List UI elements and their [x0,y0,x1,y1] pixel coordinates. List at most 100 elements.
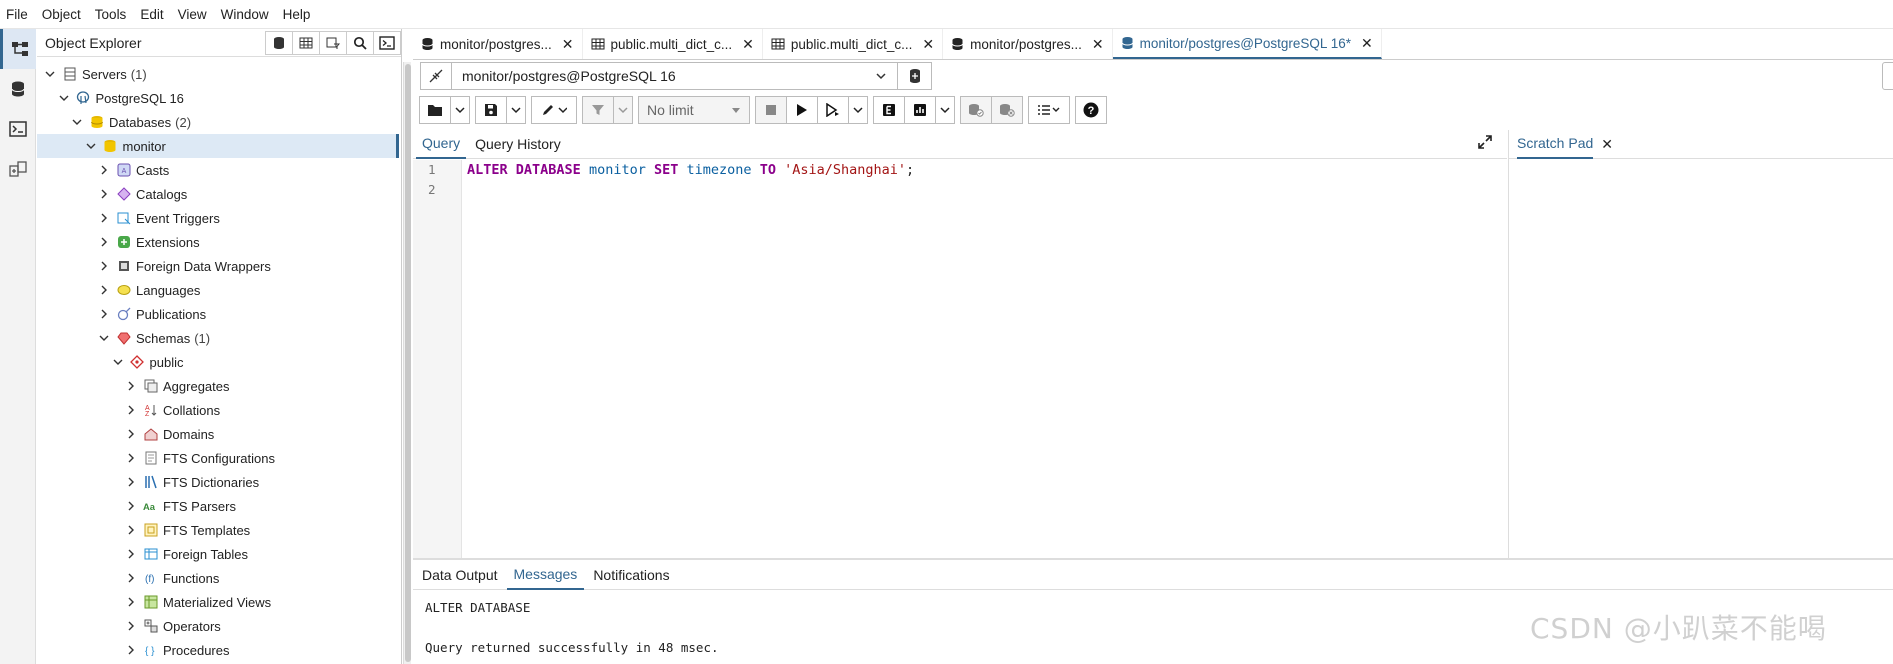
expand-icon[interactable] [1478,135,1492,152]
close-icon[interactable]: ✕ [1092,36,1104,53]
editor-tab[interactable]: public.multi_dict_c... ✕ [763,29,944,59]
chevron-right-icon[interactable] [125,548,137,560]
tree-item-schemas[interactable]: Schemas (1) [37,326,399,350]
explain-button[interactable] [873,96,905,124]
connection-status-button[interactable] [420,62,452,90]
tree-item-domains[interactable]: Domains [37,422,399,446]
editor-tab[interactable]: monitor/postgres... ✕ [943,29,1113,59]
scrollbar-thumb[interactable] [405,64,411,662]
filter-button[interactable] [582,96,614,124]
stop-button[interactable] [755,96,787,124]
tree-item-databases[interactable]: Databases (2) [37,110,399,134]
chevron-right-icon[interactable] [125,644,137,656]
new-connection-button[interactable] [898,62,932,90]
menu-help[interactable]: Help [283,7,311,22]
edit-button[interactable] [531,96,577,124]
tree-item-fts-dictionaries[interactable]: FTS Dictionaries [37,470,399,494]
chevron-down-icon[interactable] [98,332,110,344]
tab-scratch-pad[interactable]: Scratch Pad [1517,130,1594,159]
tree-item-event-triggers[interactable]: Event Triggers [37,206,399,230]
tree-item-fts-parsers[interactable]: Aa FTS Parsers [37,494,399,518]
execute-dropdown[interactable] [848,96,868,124]
chevron-right-icon[interactable] [125,524,137,536]
close-icon[interactable]: ✕ [1601,136,1613,153]
execute-script-button[interactable] [817,96,849,124]
save-button[interactable] [475,96,507,124]
chevron-down-icon[interactable] [71,116,83,128]
tree-item-publications[interactable]: Publications [37,302,399,326]
search-objects-button[interactable] [346,31,374,55]
code-line[interactable]: ALTER DATABASE monitor SET timezone TO '… [467,160,914,180]
open-file-dropdown[interactable] [450,96,470,124]
filter-dropdown[interactable] [613,96,633,124]
connection-select[interactable]: monitor/postgres@PostgreSQL 16 [452,62,898,90]
menu-view[interactable]: View [178,7,207,22]
menu-object[interactable]: Object [42,7,81,22]
tab-notifications[interactable]: Notifications [586,560,676,590]
chevron-right-icon[interactable] [125,476,137,488]
tree-item-foreign-data-wrappers[interactable]: Foreign Data Wrappers [37,254,399,278]
chevron-right-icon[interactable] [125,596,137,608]
chevron-right-icon[interactable] [125,572,137,584]
tree-item-catalogs[interactable]: Catalogs [37,182,399,206]
execute-button[interactable] [786,96,818,124]
chevron-down-icon[interactable] [44,68,56,80]
query-tool-icon[interactable] [0,69,36,109]
chevron-right-icon[interactable] [98,212,110,224]
chevron-down-icon[interactable] [112,356,124,368]
explain-analyze-button[interactable] [904,96,936,124]
chevron-right-icon[interactable] [125,500,137,512]
chevron-right-icon[interactable] [125,428,137,440]
explorer-scrollbar[interactable] [403,62,411,664]
tree-item-collations[interactable]: A Z Collations [37,398,399,422]
row-limit-select[interactable]: No limit [638,96,750,124]
psql-button[interactable] [373,31,401,55]
query-tool-button[interactable] [265,31,293,55]
filtered-rows-button[interactable] [319,31,347,55]
save-dropdown[interactable] [506,96,526,124]
tree-item-extensions[interactable]: Extensions [37,230,399,254]
tree-item-casts[interactable]: A Casts [37,158,399,182]
tree-item-procedures[interactable]: { } Procedures [37,638,399,662]
menu-tools[interactable]: Tools [95,7,127,22]
chevron-right-icon[interactable] [125,452,137,464]
chevron-down-icon[interactable] [85,140,97,152]
tree-item-functions[interactable]: (f) Functions [37,566,399,590]
tree-item-operators[interactable]: Operators [37,614,399,638]
tree-item-public[interactable]: public [37,350,399,374]
menu-edit[interactable]: Edit [140,7,163,22]
open-file-button[interactable] [419,96,451,124]
schema-diff-icon[interactable] [0,149,36,189]
menu-window[interactable]: Window [221,7,269,22]
close-icon[interactable]: ✕ [562,36,574,53]
tree-item-monitor[interactable]: monitor [37,134,399,158]
tree-item-foreign-tables[interactable]: Foreign Tables [37,542,399,566]
close-icon[interactable]: ✕ [742,36,754,53]
chevron-right-icon[interactable] [125,404,137,416]
object-explorer-icon[interactable] [0,29,36,69]
editor-tab[interactable]: monitor/postgres@PostgreSQL 16* ✕ [1112,29,1382,59]
chevron-right-icon[interactable] [125,380,137,392]
chevron-right-icon[interactable] [98,260,110,272]
macros-button[interactable] [1028,96,1070,124]
tree-item-aggregates[interactable]: Aggregates [37,374,399,398]
menu-file[interactable]: File [6,7,28,22]
chevron-right-icon[interactable] [98,164,110,176]
tree-item-materialized-views[interactable]: Materialized Views [37,590,399,614]
tab-query-history[interactable]: Query History [469,130,567,159]
tree-item-languages[interactable]: Languages [37,278,399,302]
tab-query[interactable]: Query [416,130,467,159]
chevron-right-icon[interactable] [98,284,110,296]
close-icon[interactable]: ✕ [922,36,934,53]
sql-editor[interactable]: 1 2 ALTER DATABASE monitor SET timezone … [413,160,1507,560]
help-button[interactable]: ? [1075,96,1107,124]
view-data-button[interactable] [292,31,320,55]
tree-item-fts-templates[interactable]: FTS Templates [37,518,399,542]
explain-dropdown[interactable] [935,96,955,124]
chevron-right-icon[interactable] [125,620,137,632]
editor-tab[interactable]: monitor/postgres... ✕ [413,29,583,59]
chevron-right-icon[interactable] [98,236,110,248]
chevron-right-icon[interactable] [98,188,110,200]
chevron-down-icon[interactable] [58,92,70,104]
tab-data-output[interactable]: Data Output [415,560,505,590]
